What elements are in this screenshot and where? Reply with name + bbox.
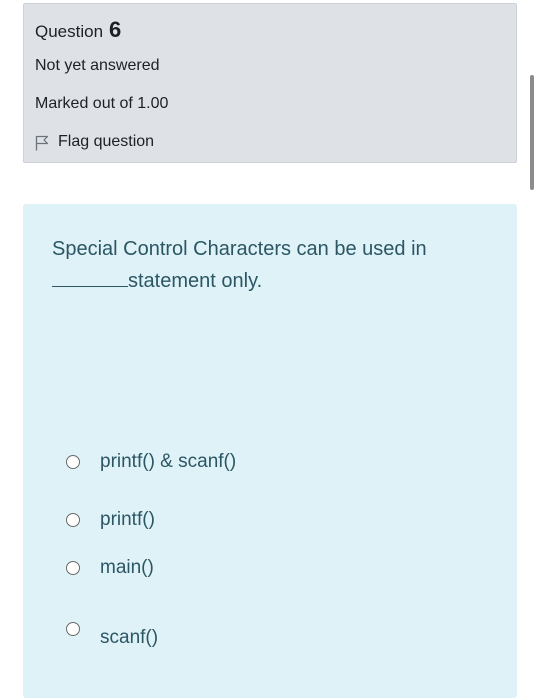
question-content-panel: Special Control Characters can be used i… — [23, 204, 517, 698]
answer-option[interactable]: printf() — [66, 509, 155, 531]
radio-button[interactable] — [66, 455, 80, 469]
question-text: Special Control Characters can be used i… — [52, 233, 492, 297]
quiz-page: Question 6 Not yet answered Marked out of… — [0, 0, 541, 700]
question-heading: Question 6 — [35, 17, 121, 43]
question-text-start: Special Control Characters can be used i… — [52, 238, 427, 260]
radio-button[interactable] — [66, 622, 80, 636]
answer-option[interactable]: main() — [66, 557, 154, 579]
flag-question-label: Flag question — [58, 133, 155, 150]
answer-option-label: printf() & scanf() — [100, 451, 237, 472]
question-state: Not yet answered — [35, 57, 160, 74]
flag-question-button[interactable]: Flag question — [35, 131, 154, 153]
question-label: Question — [35, 22, 104, 41]
scrollbar-thumb[interactable] — [530, 75, 534, 190]
question-info-panel: Question 6 Not yet answered Marked out of… — [23, 3, 517, 163]
flag-icon — [35, 135, 49, 151]
radio-button[interactable] — [66, 561, 80, 575]
answer-option-label: main() — [100, 557, 154, 578]
answer-option[interactable]: scanf() — [66, 621, 158, 649]
radio-button[interactable] — [66, 513, 80, 527]
answer-option-label: scanf() — [100, 627, 159, 648]
question-text-end: statement only. — [128, 270, 263, 292]
answer-option[interactable]: printf() & scanf() — [66, 451, 236, 473]
question-number: 6 — [109, 17, 122, 42]
question-grade: Marked out of 1.00 — [35, 95, 169, 112]
question-blank — [52, 268, 128, 287]
answer-option-label: printf() — [100, 509, 155, 530]
